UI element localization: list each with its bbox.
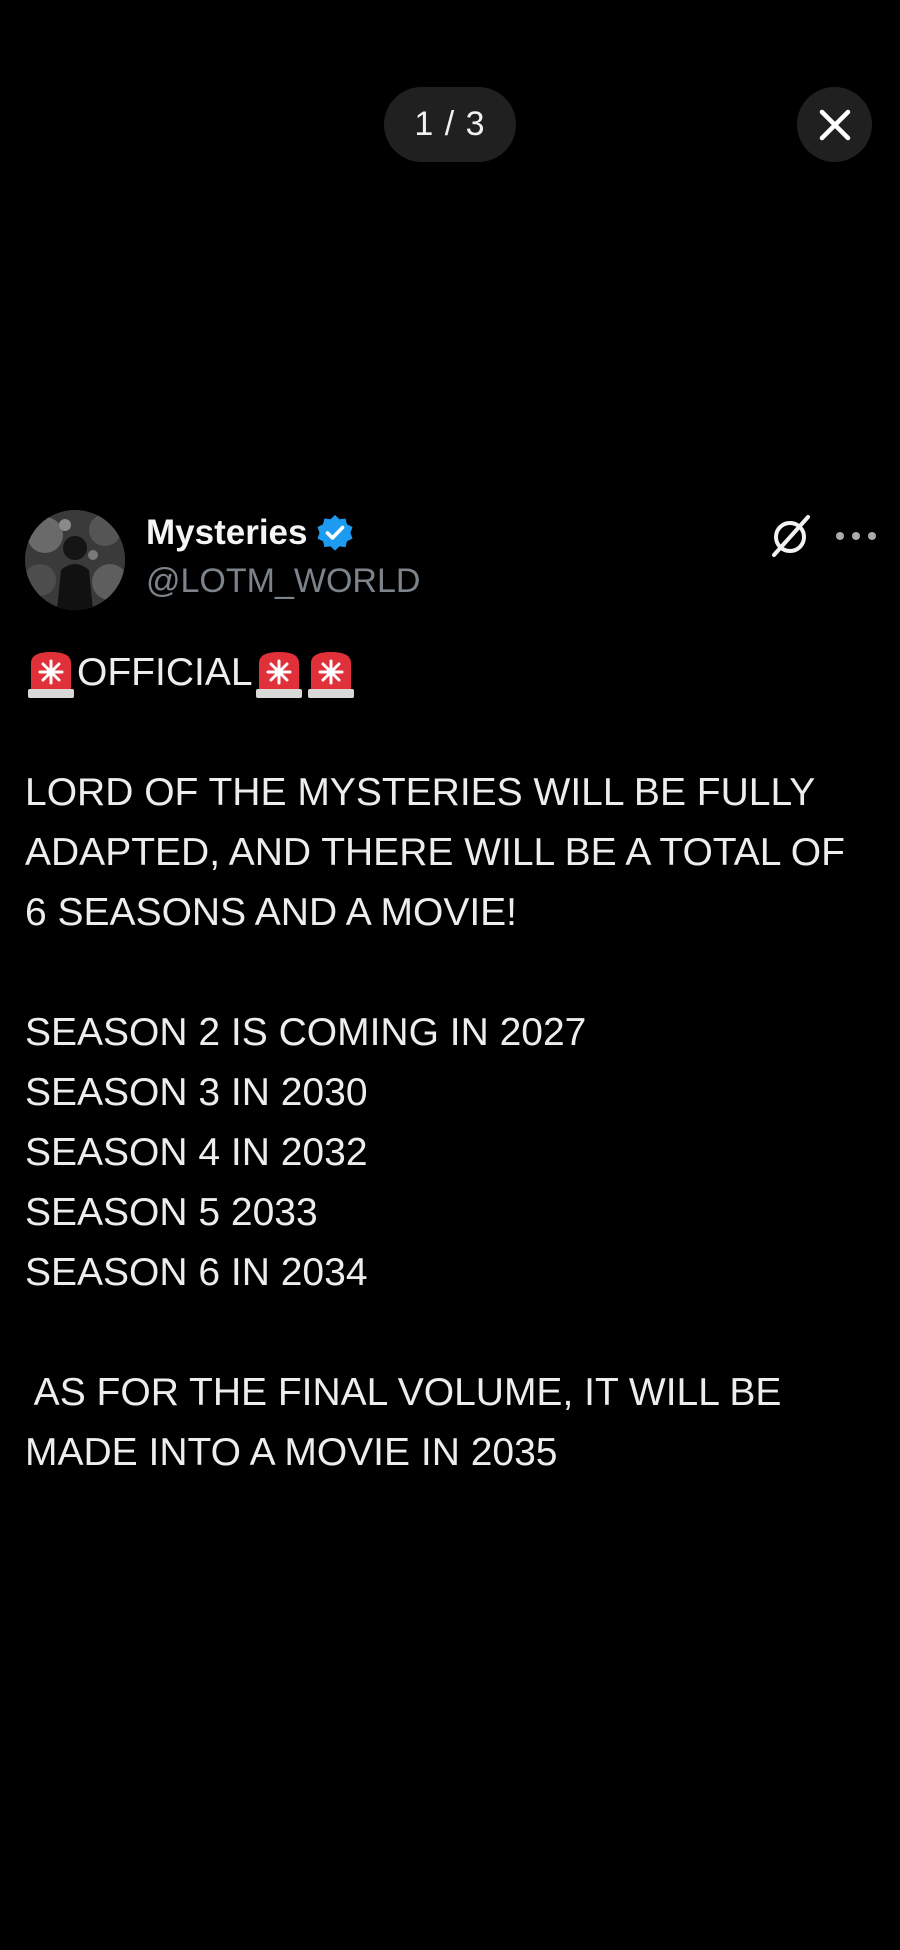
grok-icon[interactable] [768,513,814,559]
avatar-image [25,510,125,610]
close-button[interactable] [797,87,872,162]
author-display-name[interactable]: Mysteries [146,513,307,553]
image-counter: 1 / 3 [384,87,516,162]
avatar[interactable] [25,510,125,610]
post-text-line: SEASON 6 IN 2034 [25,1251,368,1294]
post-text-line: SEASON 3 IN 2030 [25,1071,368,1114]
post-text-line: ADAPTED, AND THERE WILL BE A TOTAL OF [25,831,845,874]
close-icon [819,109,850,140]
post-text-line: SEASON 2 IS COMING IN 2027 [25,1011,587,1054]
post-text-line: LORD OF THE MYSTERIES WILL BE FULLY [25,771,816,814]
post-text-line: MADE INTO A MOVIE IN 2035 [25,1431,558,1474]
official-label: OFFICIAL [77,651,253,694]
post-text: OFFICIAL LORD OF THE MYSTERIES WILL BE F… [25,643,875,1483]
post-text-line: 6 SEASONS AND A MOVIE! [25,891,518,934]
image-counter-label: 1 / 3 [414,105,486,143]
police-siren-emoji [28,652,74,698]
police-siren-emoji [307,652,354,698]
post-text-line: SEASON 4 IN 2032 [25,1131,368,1174]
more-dot [852,532,860,540]
verified-badge-icon [317,515,353,551]
author-name-row[interactable]: Mysteries [146,513,355,553]
more-dot [836,532,844,540]
author-handle[interactable]: @LOTM_WORLD [146,562,420,601]
more-dot [868,532,876,540]
official-line: OFFICIAL [25,643,875,703]
post-text-line: AS FOR THE FINAL VOLUME, IT WILL BE [25,1371,782,1414]
more-options-icon[interactable] [836,523,876,549]
post-text-line: SEASON 5 2033 [25,1191,318,1234]
police-siren-emoji [255,652,302,698]
